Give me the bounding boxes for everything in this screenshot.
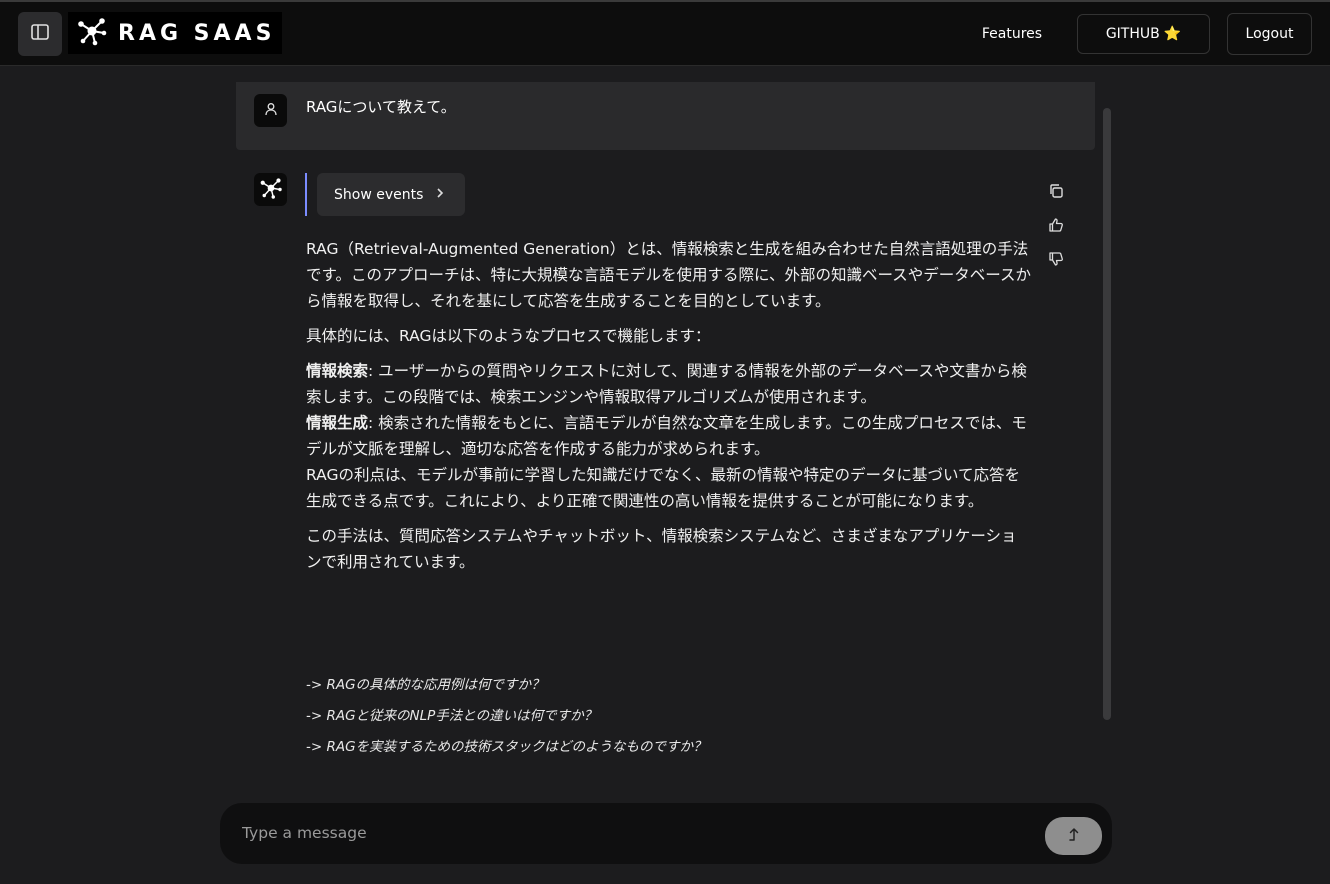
followup-suggestion[interactable]: -> RAGを実装するための技術スタックはどのようなものですか？ — [306, 734, 1031, 765]
copy-icon[interactable] — [1045, 180, 1067, 202]
followup-suggestion[interactable]: -> RAGと従来のNLP手法との違いは何ですか？ — [306, 703, 1031, 734]
brand-name: RAG SAAS — [118, 20, 276, 46]
events-accent-bar — [305, 173, 307, 216]
followup-suggestions: -> RAGの具体的な応用例は何ですか？ -> RAGと従来のNLP手法との違い… — [306, 672, 1031, 765]
answer-paragraph: RAG（Retrieval-Augmented Generation）とは、情報… — [306, 240, 1031, 310]
brand-logo[interactable]: RAG SAAS — [68, 12, 282, 54]
show-events-label: Show events — [334, 186, 424, 203]
chat-scrollbar[interactable] — [1103, 108, 1111, 720]
github-label: GITHUB — [1105, 26, 1160, 42]
answer-list-item: 情報検索: ユーザーからの質問やリクエストに対して、関連する情報を外部のデータベ… — [306, 358, 1031, 410]
logout-button[interactable]: Logout — [1227, 13, 1312, 55]
send-button[interactable] — [1045, 817, 1102, 855]
network-nodes-icon — [259, 176, 283, 204]
sidebar-toggle-button[interactable] — [18, 12, 62, 56]
list-item-title: 情報生成 — [306, 414, 369, 432]
answer-list-item: 情報生成: 検索された情報をもとに、言語モデルが自然な文章を生成します。この生成… — [306, 410, 1031, 462]
message-composer — [220, 803, 1112, 864]
list-item-body: : 検索された情報をもとに、言語モデルが自然な文章を生成します。この生成プロセス… — [306, 414, 1027, 458]
avatar — [254, 94, 287, 127]
nav-features-link[interactable]: Features — [968, 14, 1056, 54]
sidebar-icon — [30, 22, 50, 46]
network-nodes-icon — [76, 15, 108, 51]
assistant-answer: RAG（Retrieval-Augmented Generation）とは、情報… — [306, 236, 1031, 584]
nav-github-button[interactable]: GITHUB ⭐ — [1077, 14, 1210, 54]
thumbs-up-icon[interactable] — [1045, 214, 1067, 236]
chevron-right-icon — [435, 187, 445, 203]
thumbs-down-icon[interactable] — [1045, 248, 1067, 270]
user-message-text: RAGについて教えて。 — [306, 98, 456, 116]
list-item-title: 情報検索 — [306, 362, 369, 380]
message-actions — [1045, 180, 1067, 282]
show-events-button[interactable]: Show events — [317, 173, 465, 216]
user-icon — [264, 101, 278, 120]
followup-suggestion[interactable]: -> RAGの具体的な応用例は何ですか？ — [306, 672, 1031, 703]
answer-paragraph: 具体的には、RAGは以下のようなプロセスで機能します： — [306, 327, 711, 345]
answer-paragraph: この手法は、質問応答システムやチャットボット、情報検索システムなど、さまざまなア… — [306, 527, 1017, 571]
top-navigation-bar: RAG SAAS Features GITHUB ⭐ Logout — [0, 0, 1330, 66]
list-item-body: : ユーザーからの質問やリクエストに対して、関連する情報を外部のデータベースや文… — [306, 362, 1027, 406]
message-input[interactable] — [242, 819, 1032, 847]
user-message: RAGについて教えて。 — [236, 82, 1095, 150]
bot-avatar — [254, 173, 287, 206]
star-icon: ⭐ — [1163, 26, 1182, 42]
arrow-up-icon — [1065, 825, 1083, 847]
answer-paragraph: RAGの利点は、モデルが事前に学習した知識だけでなく、最新の情報や特定のデータに… — [306, 466, 1021, 510]
